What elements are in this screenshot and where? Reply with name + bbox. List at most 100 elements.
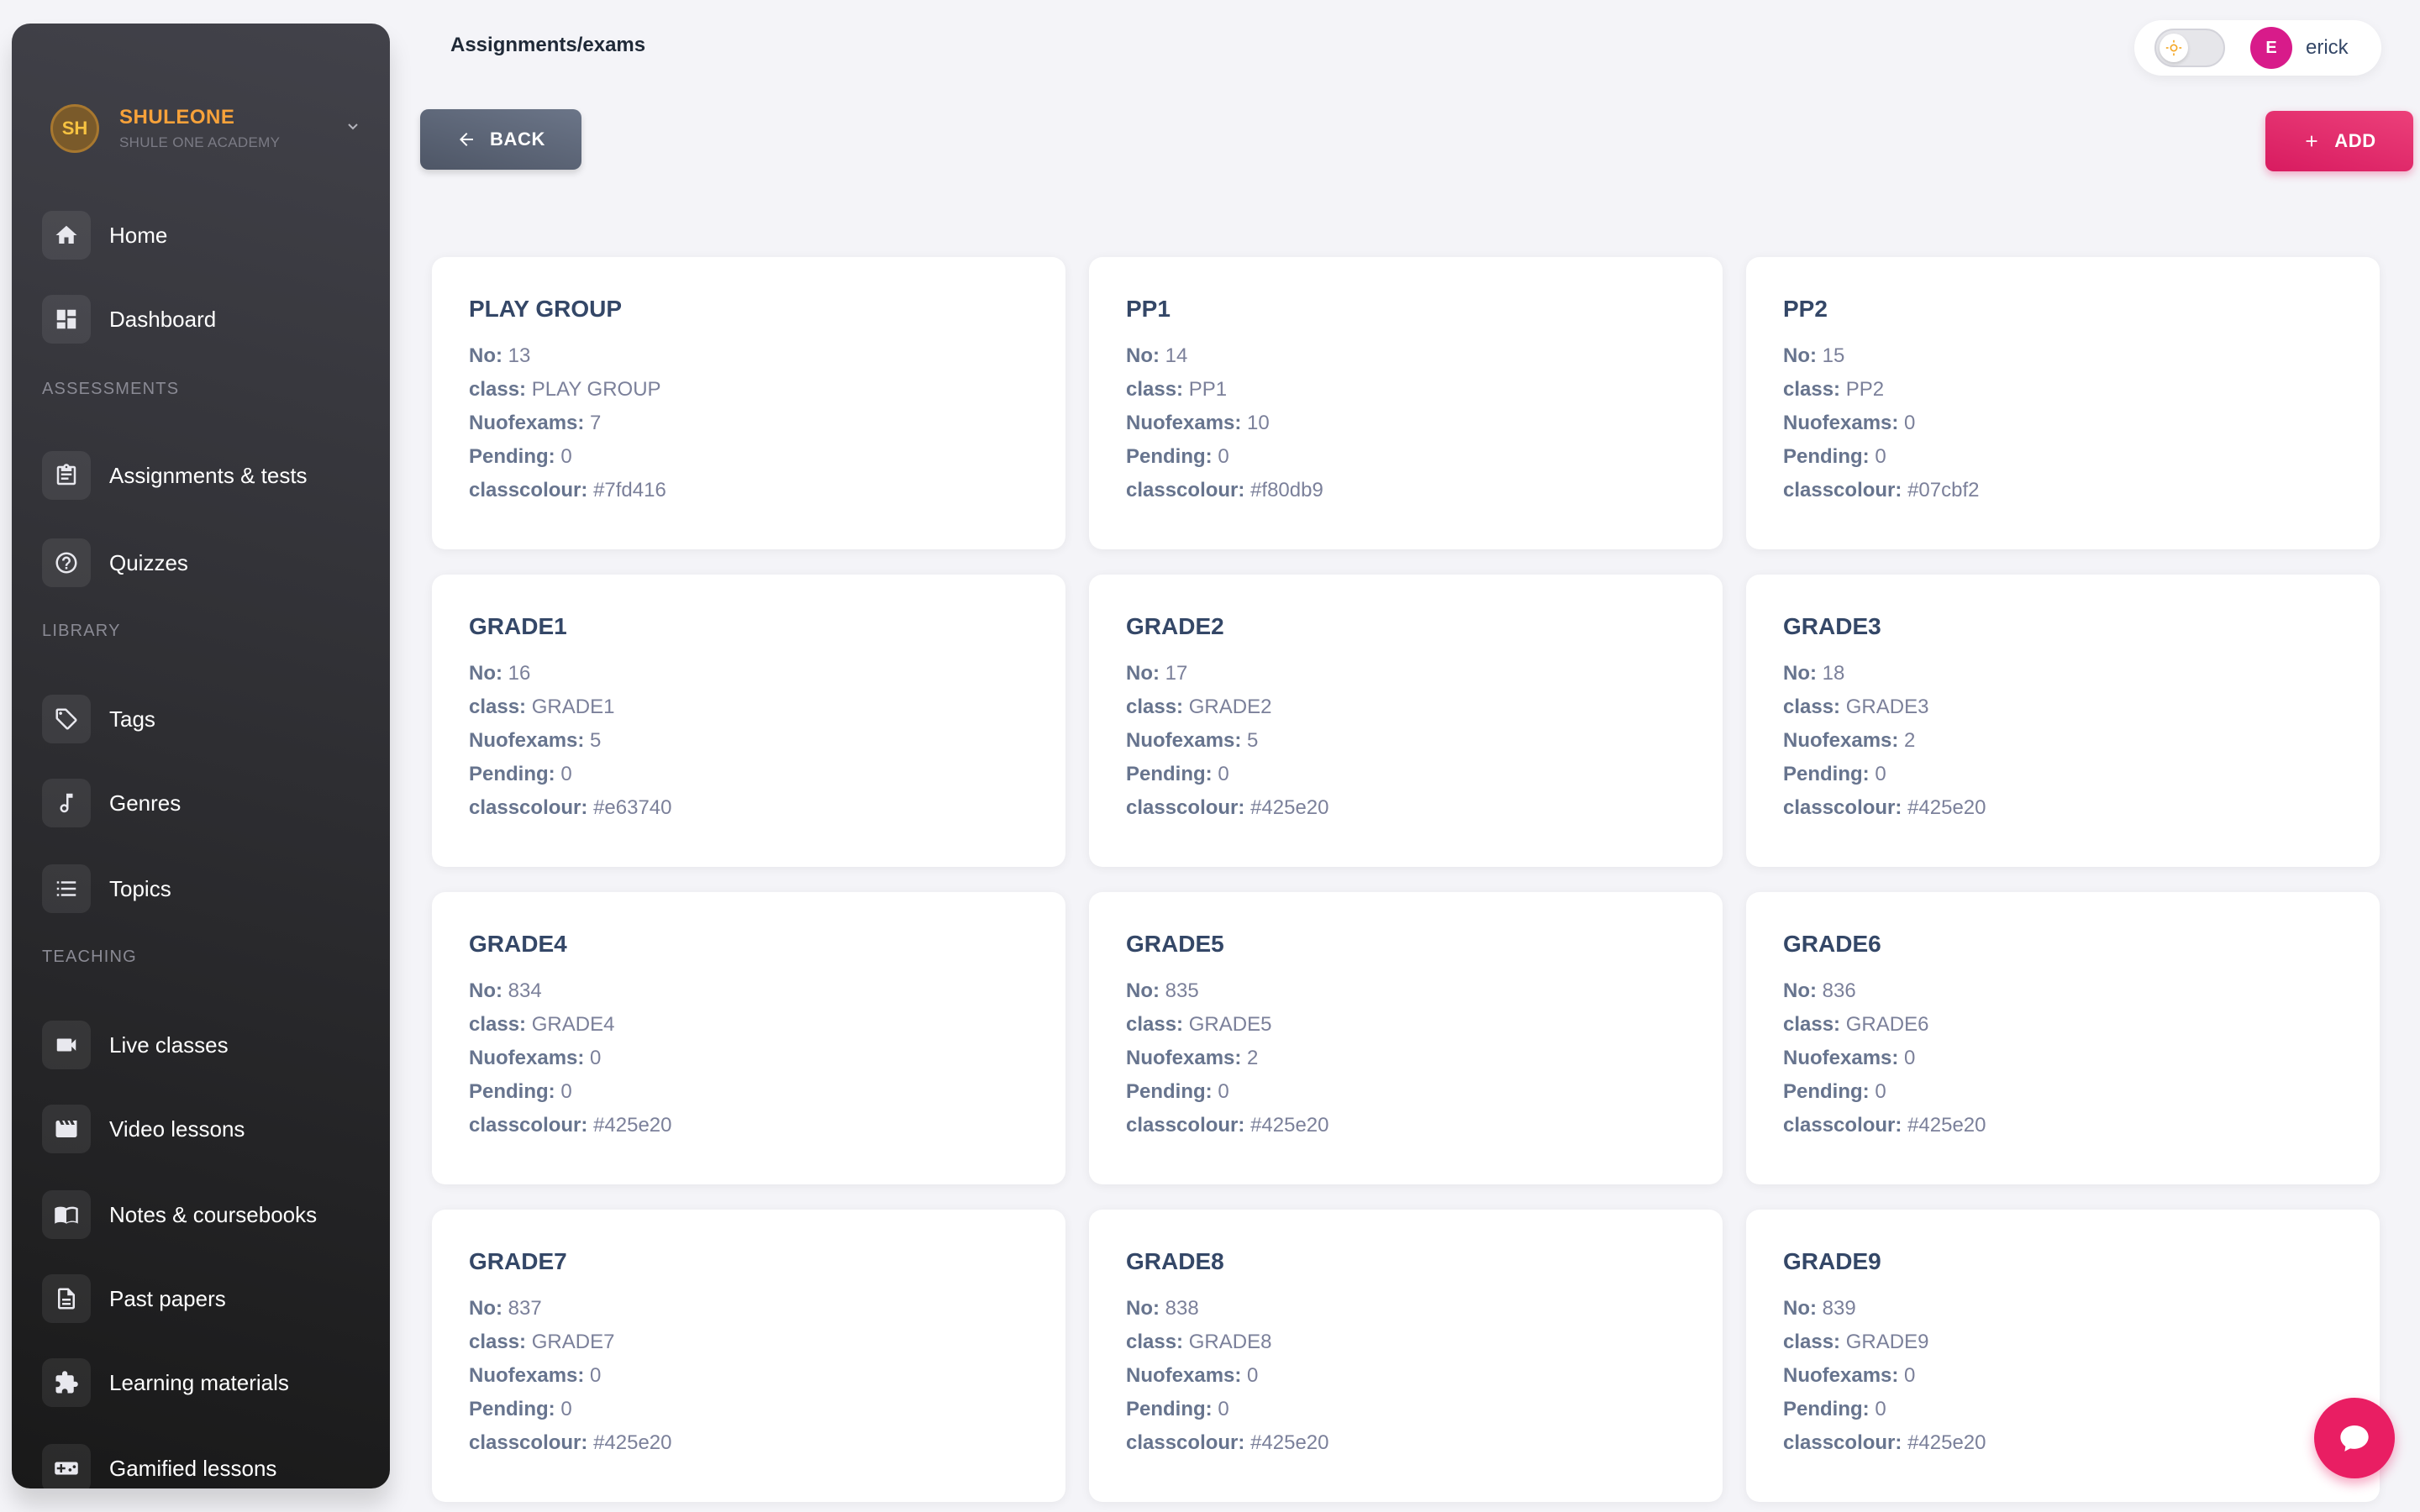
card-title: GRADE8	[1126, 1248, 1224, 1274]
sidebar-item-label: Past papers	[109, 1285, 226, 1311]
sidebar-item-notes[interactable]: Notes & coursebooks	[42, 1183, 361, 1247]
user-name[interactable]: erick	[2306, 36, 2349, 60]
card-row-nuofexams: Nuofexams: 0	[1126, 1364, 1259, 1387]
list-icon	[42, 864, 91, 913]
class-card[interactable]: GRADE2 No: 17 class: GRADE2 Nuofexams: 5…	[1089, 575, 1723, 867]
class-card[interactable]: GRADE7 No: 837 class: GRADE7 Nuofexams: …	[432, 1210, 1065, 1502]
card-row-class: class: PP2	[1783, 378, 1885, 401]
clapperboard-icon	[42, 1105, 91, 1153]
card-row-classcolour: classcolour: #425e20	[1783, 1431, 1986, 1454]
card-row-pending: Pending: 0	[469, 763, 572, 785]
tag-icon	[42, 695, 91, 743]
brand-switcher[interactable]: SH SHULEONE SHULE ONE ACADEMY	[39, 91, 375, 166]
card-row-class: class: GRADE1	[469, 696, 615, 718]
sidebar-item-label: Topics	[109, 875, 171, 901]
card-row-pending: Pending: 0	[1126, 1398, 1229, 1420]
card-row-classcolour: classcolour: #425e20	[1783, 796, 1986, 819]
card-row-pending: Pending: 0	[469, 445, 572, 468]
sidebar-item-label: Assignments & tests	[109, 462, 308, 488]
card-row-classcolour: classcolour: #425e20	[1783, 1114, 1986, 1137]
sidebar-item-learning-materials[interactable]: Learning materials	[42, 1351, 361, 1415]
card-title: GRADE6	[1783, 931, 1881, 957]
class-card[interactable]: GRADE4 No: 834 class: GRADE4 Nuofexams: …	[432, 892, 1065, 1184]
sidebar-item-label: Video lessons	[109, 1116, 245, 1142]
card-row-nuofexams: Nuofexams: 0	[469, 1047, 602, 1069]
chat-button[interactable]	[2314, 1398, 2395, 1478]
sidebar-item-label: Gamified lessons	[109, 1455, 277, 1481]
sidebar-item-video-lessons[interactable]: Video lessons	[42, 1097, 361, 1161]
card-title: PP2	[1783, 296, 1828, 322]
avatar[interactable]: E	[2250, 27, 2292, 69]
class-card[interactable]: PP1 No: 14 class: PP1 Nuofexams: 10 Pend…	[1089, 257, 1723, 549]
card-row-class: class: GRADE7	[469, 1331, 615, 1353]
class-card[interactable]: GRADE5 No: 835 class: GRADE5 Nuofexams: …	[1089, 892, 1723, 1184]
sidebar-item-label: Tags	[109, 706, 155, 732]
sidebar-item-past-papers[interactable]: Past papers	[42, 1267, 361, 1331]
sidebar-item-label: Dashboard	[109, 306, 217, 332]
card-row-nuofexams: Nuofexams: 10	[1126, 412, 1270, 434]
sidebar-item-assignments[interactable]: Assignments & tests	[42, 444, 361, 507]
card-row-no: No: 834	[469, 979, 542, 1002]
sidebar-item-home[interactable]: Home	[42, 203, 361, 267]
card-title: GRADE7	[469, 1248, 567, 1274]
card-row-pending: Pending: 0	[1783, 763, 1886, 785]
class-card[interactable]: GRADE3 No: 18 class: GRADE3 Nuofexams: 2…	[1746, 575, 2380, 867]
sun-icon	[2160, 34, 2188, 62]
class-card[interactable]: GRADE1 No: 16 class: GRADE1 Nuofexams: 5…	[432, 575, 1065, 867]
add-button-label: ADD	[2334, 130, 2376, 151]
card-title: GRADE3	[1783, 613, 1881, 639]
card-row-no: No: 13	[469, 344, 531, 367]
sidebar: SH SHULEONE SHULE ONE ACADEMY Home Dashb…	[12, 24, 390, 1488]
sidebar-item-label: Home	[109, 222, 168, 248]
card-row-classcolour: classcolour: #425e20	[469, 1114, 672, 1137]
card-row-nuofexams: Nuofexams: 0	[1783, 1364, 1916, 1387]
card-row-pending: Pending: 0	[1783, 445, 1886, 468]
card-row-classcolour: classcolour: #425e20	[1126, 796, 1329, 819]
chevron-down-icon[interactable]	[343, 116, 363, 136]
home-icon	[42, 211, 91, 260]
sidebar-item-label: Learning materials	[109, 1369, 289, 1395]
theme-toggle[interactable]	[2154, 29, 2225, 67]
card-row-nuofexams: Nuofexams: 5	[1126, 729, 1259, 752]
card-row-nuofexams: Nuofexams: 2	[1126, 1047, 1259, 1069]
sidebar-item-label: Quizzes	[109, 549, 188, 575]
card-row-pending: Pending: 0	[469, 1080, 572, 1103]
arrow-left-icon	[460, 133, 474, 146]
gamepad-icon	[42, 1444, 91, 1488]
card-row-no: No: 836	[1783, 979, 1856, 1002]
sidebar-item-quizzes[interactable]: Quizzes	[42, 531, 361, 595]
card-row-nuofexams: Nuofexams: 0	[469, 1364, 602, 1387]
sidebar-item-dashboard[interactable]: Dashboard	[42, 287, 361, 351]
sidebar-item-label: Genres	[109, 790, 182, 816]
class-card[interactable]: PLAY GROUP No: 13 class: PLAY GROUP Nuof…	[432, 257, 1065, 549]
card-row-no: No: 15	[1783, 344, 1845, 367]
card-title: GRADE5	[1126, 931, 1224, 957]
sidebar-item-tags[interactable]: Tags	[42, 687, 361, 751]
brand-name: SHULEONE	[119, 106, 235, 129]
back-button[interactable]: BACK	[420, 109, 581, 170]
sidebar-item-live-classes[interactable]: Live classes	[42, 1013, 361, 1077]
card-row-classcolour: classcolour: #425e20	[1126, 1431, 1329, 1454]
card-row-no: No: 839	[1783, 1297, 1856, 1320]
section-assessments: ASSESSMENTS	[42, 380, 180, 398]
class-card[interactable]: GRADE8 No: 838 class: GRADE8 Nuofexams: …	[1089, 1210, 1723, 1502]
card-row-classcolour: classcolour: #e63740	[469, 796, 672, 819]
sidebar-item-genres[interactable]: Genres	[42, 771, 361, 835]
sidebar-item-topics[interactable]: Topics	[42, 857, 361, 921]
sidebar-item-gamified-lessons[interactable]: Gamified lessons	[42, 1436, 361, 1488]
card-row-nuofexams: Nuofexams: 7	[469, 412, 602, 434]
card-row-classcolour: classcolour: #7fd416	[469, 479, 666, 501]
card-row-class: class: GRADE3	[1783, 696, 1929, 718]
class-card[interactable]: GRADE9 No: 839 class: GRADE9 Nuofexams: …	[1746, 1210, 2380, 1502]
class-card[interactable]: PP2 No: 15 class: PP2 Nuofexams: 0 Pendi…	[1746, 257, 2380, 549]
card-row-class: class: PP1	[1126, 378, 1228, 401]
card-row-class: class: GRADE4	[469, 1013, 615, 1036]
class-card[interactable]: GRADE6 No: 836 class: GRADE6 Nuofexams: …	[1746, 892, 2380, 1184]
card-title: GRADE2	[1126, 613, 1224, 639]
card-row-pending: Pending: 0	[1126, 445, 1229, 468]
card-row-classcolour: classcolour: #425e20	[469, 1431, 672, 1454]
add-button[interactable]: ADD	[2265, 111, 2413, 171]
card-row-nuofexams: Nuofexams: 5	[469, 729, 602, 752]
sidebar-item-label: Live classes	[109, 1032, 229, 1058]
card-row-nuofexams: Nuofexams: 2	[1783, 729, 1916, 752]
